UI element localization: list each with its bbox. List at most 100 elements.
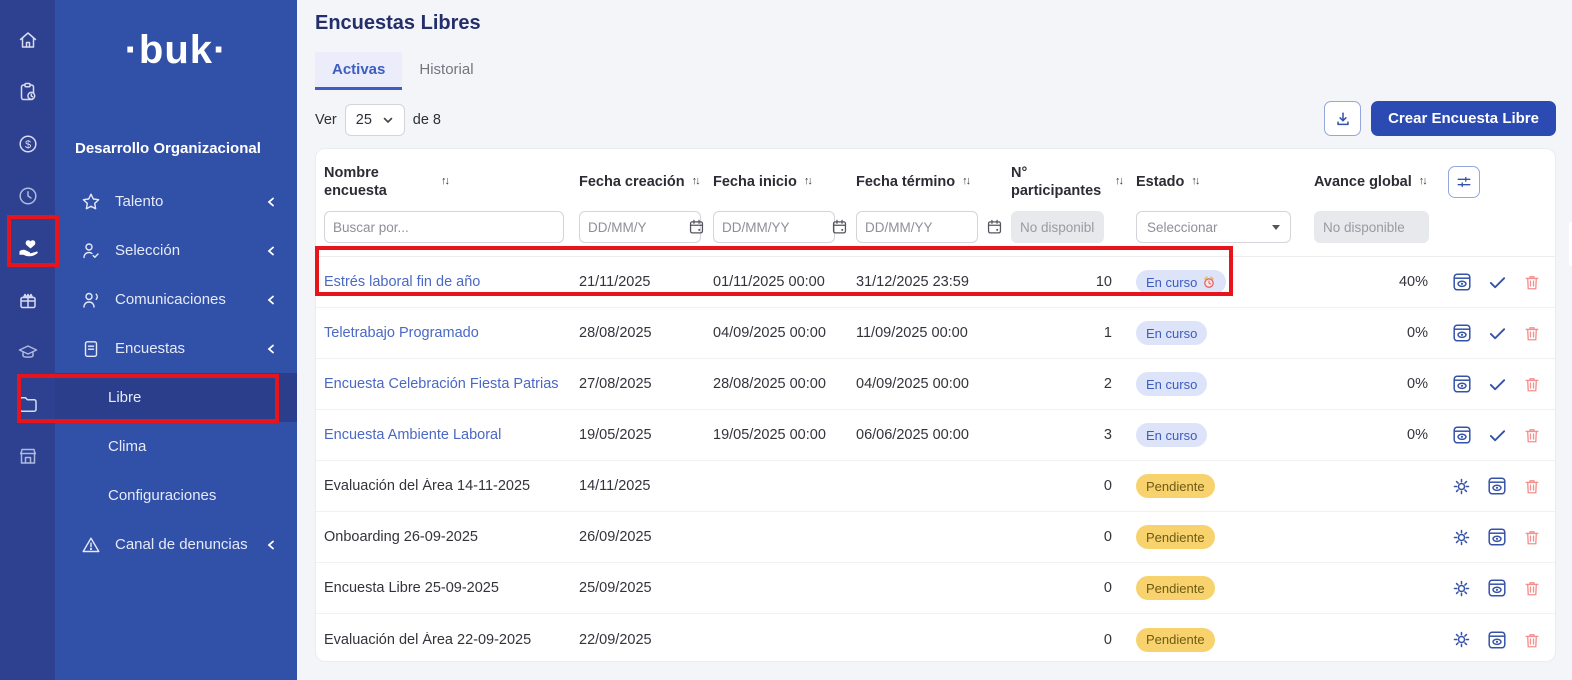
sort-icon[interactable]: ↑↓ xyxy=(692,175,699,189)
delete-survey-button[interactable] xyxy=(1523,324,1541,342)
progress-value: 0% xyxy=(1314,427,1448,443)
eye-window-icon xyxy=(1487,630,1507,650)
sort-icon[interactable]: ↑↓ xyxy=(1115,175,1122,189)
eye-window-icon xyxy=(1452,272,1472,292)
start-date-filter[interactable] xyxy=(713,211,835,243)
delete-survey-button[interactable] xyxy=(1523,273,1541,291)
delete-survey-button[interactable] xyxy=(1523,375,1541,393)
delete-survey-button[interactable] xyxy=(1523,631,1541,649)
col-fecha-termino: Fecha término xyxy=(856,173,955,191)
clock-icon[interactable] xyxy=(17,185,39,207)
clipboard-clock-icon[interactable] xyxy=(17,81,39,103)
sidebar-item-canal-denuncias[interactable]: Canal de denuncias xyxy=(55,520,297,569)
survey-name-link[interactable]: Estrés laboral fin de año xyxy=(324,274,579,290)
home-icon[interactable] xyxy=(17,29,39,51)
gear-icon xyxy=(1452,579,1471,598)
sort-icon[interactable]: ↑↓ xyxy=(1419,175,1426,189)
estado-filter-value: Seleccionar xyxy=(1147,220,1218,235)
table-header: Nombre encuesta↑↓ Fecha creación↑↓ Fecha… xyxy=(316,149,1555,257)
chevron-down-icon xyxy=(1272,225,1280,230)
hand-heart-icon[interactable] xyxy=(17,237,39,259)
configure-survey-button[interactable] xyxy=(1452,630,1471,649)
chevron-left-icon xyxy=(265,343,277,355)
view-results-button[interactable] xyxy=(1452,425,1472,445)
column-settings-button[interactable] xyxy=(1448,166,1480,198)
download-button[interactable] xyxy=(1324,101,1361,136)
view-results-button[interactable] xyxy=(1452,323,1472,343)
configure-survey-button[interactable] xyxy=(1452,528,1471,547)
status-badge: Pendiente xyxy=(1136,576,1215,600)
check-icon xyxy=(1488,324,1507,343)
configure-survey-button[interactable] xyxy=(1452,579,1471,598)
trash-icon xyxy=(1523,324,1541,342)
finish-survey-button[interactable] xyxy=(1488,273,1507,292)
trash-icon xyxy=(1523,579,1541,597)
status-badge: En curso xyxy=(1136,270,1226,294)
finish-survey-button[interactable] xyxy=(1488,324,1507,343)
col-participantes: N° participantes xyxy=(1011,164,1108,200)
sidebar-nav: Talento Selección Comunicaciones Encuest… xyxy=(55,177,297,569)
delete-survey-button[interactable] xyxy=(1523,477,1541,495)
search-input[interactable] xyxy=(324,211,564,243)
view-results-button[interactable] xyxy=(1487,476,1507,496)
sidebar-item-label: Encuestas xyxy=(115,340,265,357)
eye-window-icon xyxy=(1452,374,1472,394)
trash-icon xyxy=(1523,426,1541,444)
total-count-label: de 8 xyxy=(413,112,441,128)
view-results-button[interactable] xyxy=(1452,272,1472,292)
survey-name-link[interactable]: Encuesta Ambiente Laboral xyxy=(324,427,579,443)
sort-icon[interactable]: ↑↓ xyxy=(804,175,811,189)
table-row: Onboarding 26-09-2025 26/09/2025 0 Pendi… xyxy=(316,512,1555,563)
sidebar-item-libre[interactable]: Libre xyxy=(55,373,297,422)
table-row: Evaluación del Área 14-11-2025 14/11/202… xyxy=(316,461,1555,512)
created-date: 19/05/2025 xyxy=(579,427,713,443)
status-badge: Pendiente xyxy=(1136,628,1215,652)
create-survey-button[interactable]: Crear Encuesta Libre xyxy=(1371,101,1556,136)
dollar-circle-icon[interactable]: $ xyxy=(17,133,39,155)
view-results-button[interactable] xyxy=(1487,630,1507,650)
sort-icon[interactable]: ↑↓ xyxy=(962,175,969,189)
page-size-select[interactable]: 25 xyxy=(345,104,405,136)
eye-window-icon xyxy=(1487,578,1507,598)
view-results-button[interactable] xyxy=(1452,374,1472,394)
delete-survey-button[interactable] xyxy=(1523,579,1541,597)
estado-filter-select[interactable]: Seleccionar xyxy=(1136,211,1291,243)
survey-name-link[interactable]: Teletrabajo Programado xyxy=(324,325,579,341)
survey-name: Evaluación del Área 22-09-2025 xyxy=(324,632,579,648)
eye-window-icon xyxy=(1452,323,1472,343)
sidebar-item-encuestas[interactable]: Encuestas xyxy=(55,324,297,373)
survey-name-link[interactable]: Encuesta Celebración Fiesta Patrias xyxy=(324,376,579,392)
chevron-left-icon xyxy=(265,539,277,551)
finish-survey-button[interactable] xyxy=(1488,375,1507,394)
view-results-button[interactable] xyxy=(1487,578,1507,598)
delete-survey-button[interactable] xyxy=(1523,528,1541,546)
sidebar-item-seleccion[interactable]: Selección xyxy=(55,226,297,275)
finish-survey-button[interactable] xyxy=(1488,426,1507,445)
graduation-cap-icon[interactable] xyxy=(17,341,39,363)
delete-survey-button[interactable] xyxy=(1523,426,1541,444)
star-icon xyxy=(81,192,101,212)
created-date: 27/08/2025 xyxy=(579,376,713,392)
folder-icon[interactable] xyxy=(17,393,39,415)
created-date-filter[interactable] xyxy=(579,211,701,243)
tab-historial[interactable]: Historial xyxy=(402,52,490,90)
gear-icon xyxy=(1452,477,1471,496)
gift-box-icon[interactable] xyxy=(17,289,39,311)
start-date: 04/09/2025 00:00 xyxy=(713,325,856,341)
storefront-icon[interactable] xyxy=(17,445,39,467)
surveys-table: Nombre encuesta↑↓ Fecha creación↑↓ Fecha… xyxy=(315,148,1556,662)
ver-label: Ver xyxy=(315,112,337,128)
sidebar-item-comunicaciones[interactable]: Comunicaciones xyxy=(55,275,297,324)
sidebar-item-clima[interactable]: Clima xyxy=(55,422,297,471)
tab-activas[interactable]: Activas xyxy=(315,52,402,90)
sort-icon[interactable]: ↑↓ xyxy=(1191,175,1198,189)
configure-survey-button[interactable] xyxy=(1452,477,1471,496)
status-badge: En curso xyxy=(1136,321,1207,345)
view-results-button[interactable] xyxy=(1487,527,1507,547)
end-date-filter[interactable] xyxy=(856,211,978,243)
sidebar-item-talento[interactable]: Talento xyxy=(55,177,297,226)
status-badge: En curso xyxy=(1136,423,1207,447)
sidebar-item-configuraciones[interactable]: Configuraciones xyxy=(55,471,297,520)
sort-icon[interactable]: ↑↓ xyxy=(441,175,448,189)
created-date: 28/08/2025 xyxy=(579,325,713,341)
